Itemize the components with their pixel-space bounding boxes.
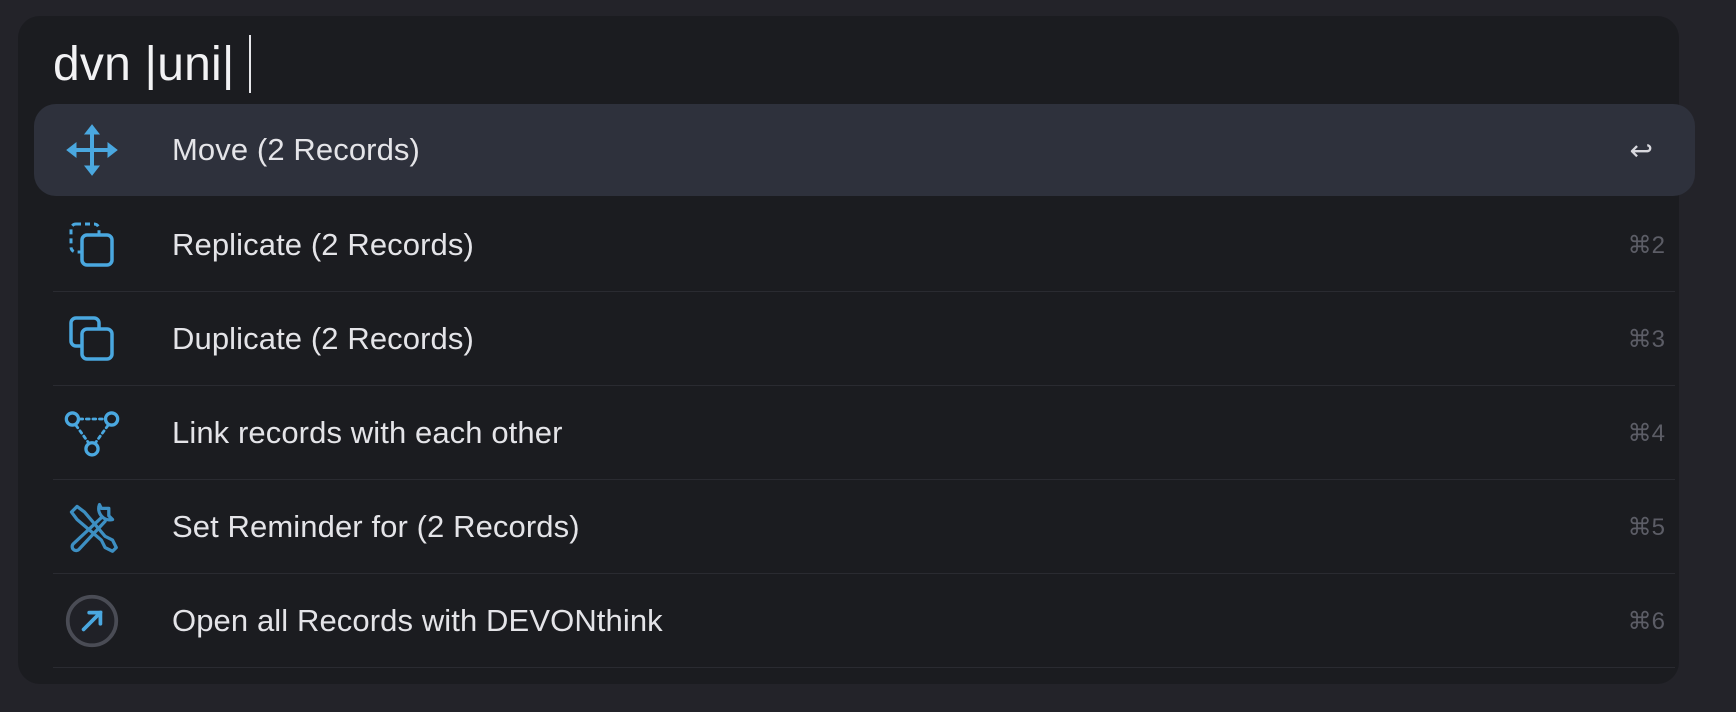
search-query-text: dvn |uni| — [53, 37, 235, 91]
result-row-duplicate[interactable]: Duplicate (2 Records) ⌘3 — [34, 292, 1695, 386]
duplicate-icon — [64, 311, 120, 367]
link-nodes-icon — [64, 405, 120, 461]
shortcut-hint: ⌘5 — [1627, 513, 1665, 541]
tools-icon — [64, 499, 120, 555]
result-label: Link records with each other — [172, 415, 563, 450]
search-query-field[interactable]: dvn |uni| — [53, 32, 251, 96]
move-arrows-icon — [64, 122, 120, 178]
shortcut-hint: ⌘6 — [1627, 607, 1665, 635]
enter-shortcut: ↩ — [1629, 134, 1653, 166]
result-label: Move (2 Records) — [172, 132, 420, 167]
result-row-replicate[interactable]: Replicate (2 Records) ⌘2 — [34, 198, 1695, 292]
row-divider — [53, 667, 1675, 668]
results-list: Move (2 Records) ↩ Replicate (2 Records)… — [34, 104, 1695, 668]
result-label: Duplicate (2 Records) — [172, 321, 474, 356]
text-caret — [248, 35, 251, 93]
shortcut-hint: ⌘4 — [1627, 419, 1665, 447]
open-arrow-icon — [64, 593, 120, 649]
result-label: Set Reminder for (2 Records) — [172, 509, 580, 544]
result-row-link[interactable]: Link records with each other ⌘4 — [34, 386, 1695, 480]
shortcut-hint: ⌘2 — [1627, 231, 1665, 259]
result-label: Replicate (2 Records) — [172, 227, 474, 262]
replicate-icon — [64, 217, 120, 273]
result-label: Open all Records with DEVONthink — [172, 603, 663, 638]
shortcut-hint: ⌘3 — [1627, 325, 1665, 353]
result-row-reminder[interactable]: Set Reminder for (2 Records) ⌘5 — [34, 480, 1695, 574]
result-row-move[interactable]: Move (2 Records) ↩ — [34, 104, 1695, 196]
result-row-open-devonthink[interactable]: Open all Records with DEVONthink ⌘6 — [34, 574, 1695, 668]
